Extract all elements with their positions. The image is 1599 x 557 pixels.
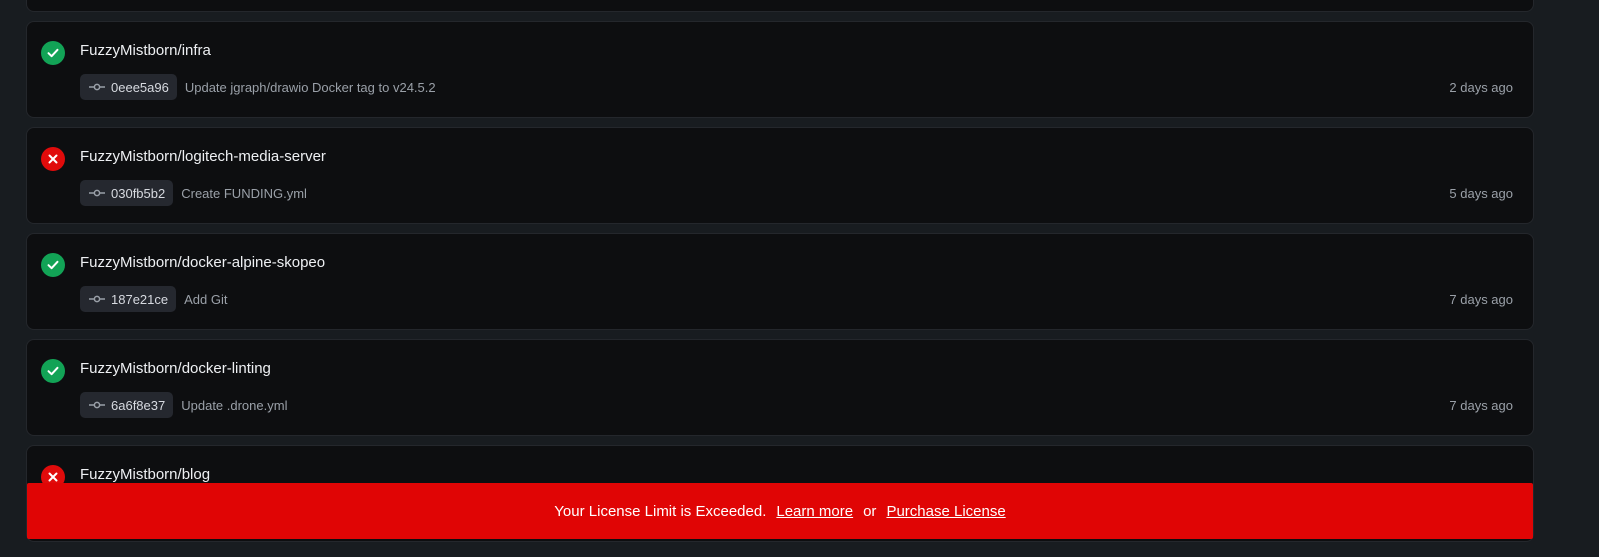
build-card[interactable] [26, 0, 1534, 12]
build-card[interactable]: FuzzyMistborn/docker-linting 6a6f8e37 Up… [26, 339, 1534, 436]
commit-message: Add Git [184, 291, 228, 307]
repo-name[interactable]: FuzzyMistborn/logitech-media-server [80, 148, 326, 165]
status-success-badge [41, 359, 65, 383]
commit-icon [89, 189, 105, 197]
commit-icon [89, 295, 105, 303]
repo-name[interactable]: FuzzyMistborn/docker-alpine-skopeo [80, 254, 325, 271]
repo-name[interactable]: FuzzyMistborn/blog [80, 466, 210, 483]
commit-sha: 0eee5a96 [111, 79, 169, 95]
x-icon [48, 154, 58, 164]
commit-row: 030fb5b2 Create FUNDING.yml [80, 180, 307, 206]
commit-sha: 6a6f8e37 [111, 397, 166, 413]
commit-sha-pill[interactable]: 6a6f8e37 [80, 392, 174, 418]
commit-message: Update .drone.yml [181, 397, 288, 413]
banner-separator: or [863, 502, 877, 520]
commit-row: 0eee5a96 Update jgraph/drawio Docker tag… [80, 74, 436, 100]
status-success-badge [41, 253, 65, 277]
build-time: 2 days ago [1449, 80, 1513, 95]
commit-message: Update jgraph/drawio Docker tag to v24.5… [184, 79, 436, 95]
build-time: 7 days ago [1449, 398, 1513, 413]
commit-sha-pill[interactable]: 030fb5b2 [80, 180, 174, 206]
commit-icon [89, 83, 105, 91]
commit-row: 6a6f8e37 Update .drone.yml [80, 392, 287, 418]
check-icon [47, 48, 59, 58]
commit-sha: 030fb5b2 [111, 185, 166, 201]
purchase-license-link[interactable]: Purchase License [886, 503, 1005, 520]
license-limit-message: Your License Limit is Exceeded. [554, 502, 767, 520]
build-card[interactable]: FuzzyMistborn/docker-alpine-skopeo 187e2… [26, 233, 1534, 330]
license-limit-banner: Your License Limit is Exceeded. Learn mo… [27, 483, 1533, 539]
commit-row: 187e21ce Add Git [80, 286, 227, 312]
repo-name[interactable]: FuzzyMistborn/docker-linting [80, 360, 271, 377]
x-icon [48, 472, 58, 482]
commit-message: Create FUNDING.yml [181, 185, 307, 201]
commit-sha-pill[interactable]: 187e21ce [80, 286, 177, 312]
commit-icon [89, 401, 105, 409]
build-card[interactable]: FuzzyMistborn/infra 0eee5a96 Update jgra… [26, 21, 1534, 118]
status-success-badge [41, 41, 65, 65]
check-icon [47, 366, 59, 376]
page: FuzzyMistborn/infra 0eee5a96 Update jgra… [0, 0, 1599, 557]
build-time: 7 days ago [1449, 292, 1513, 307]
status-failure-badge [41, 147, 65, 171]
commit-sha-pill[interactable]: 0eee5a96 [80, 74, 177, 100]
check-icon [47, 260, 59, 270]
build-card[interactable]: FuzzyMistborn/logitech-media-server 030f… [26, 127, 1534, 224]
repo-name[interactable]: FuzzyMistborn/infra [80, 42, 211, 59]
build-time: 5 days ago [1449, 186, 1513, 201]
commit-sha: 187e21ce [111, 291, 169, 307]
build-list: FuzzyMistborn/infra 0eee5a96 Update jgra… [26, 0, 1534, 551]
learn-more-link[interactable]: Learn more [776, 503, 853, 520]
